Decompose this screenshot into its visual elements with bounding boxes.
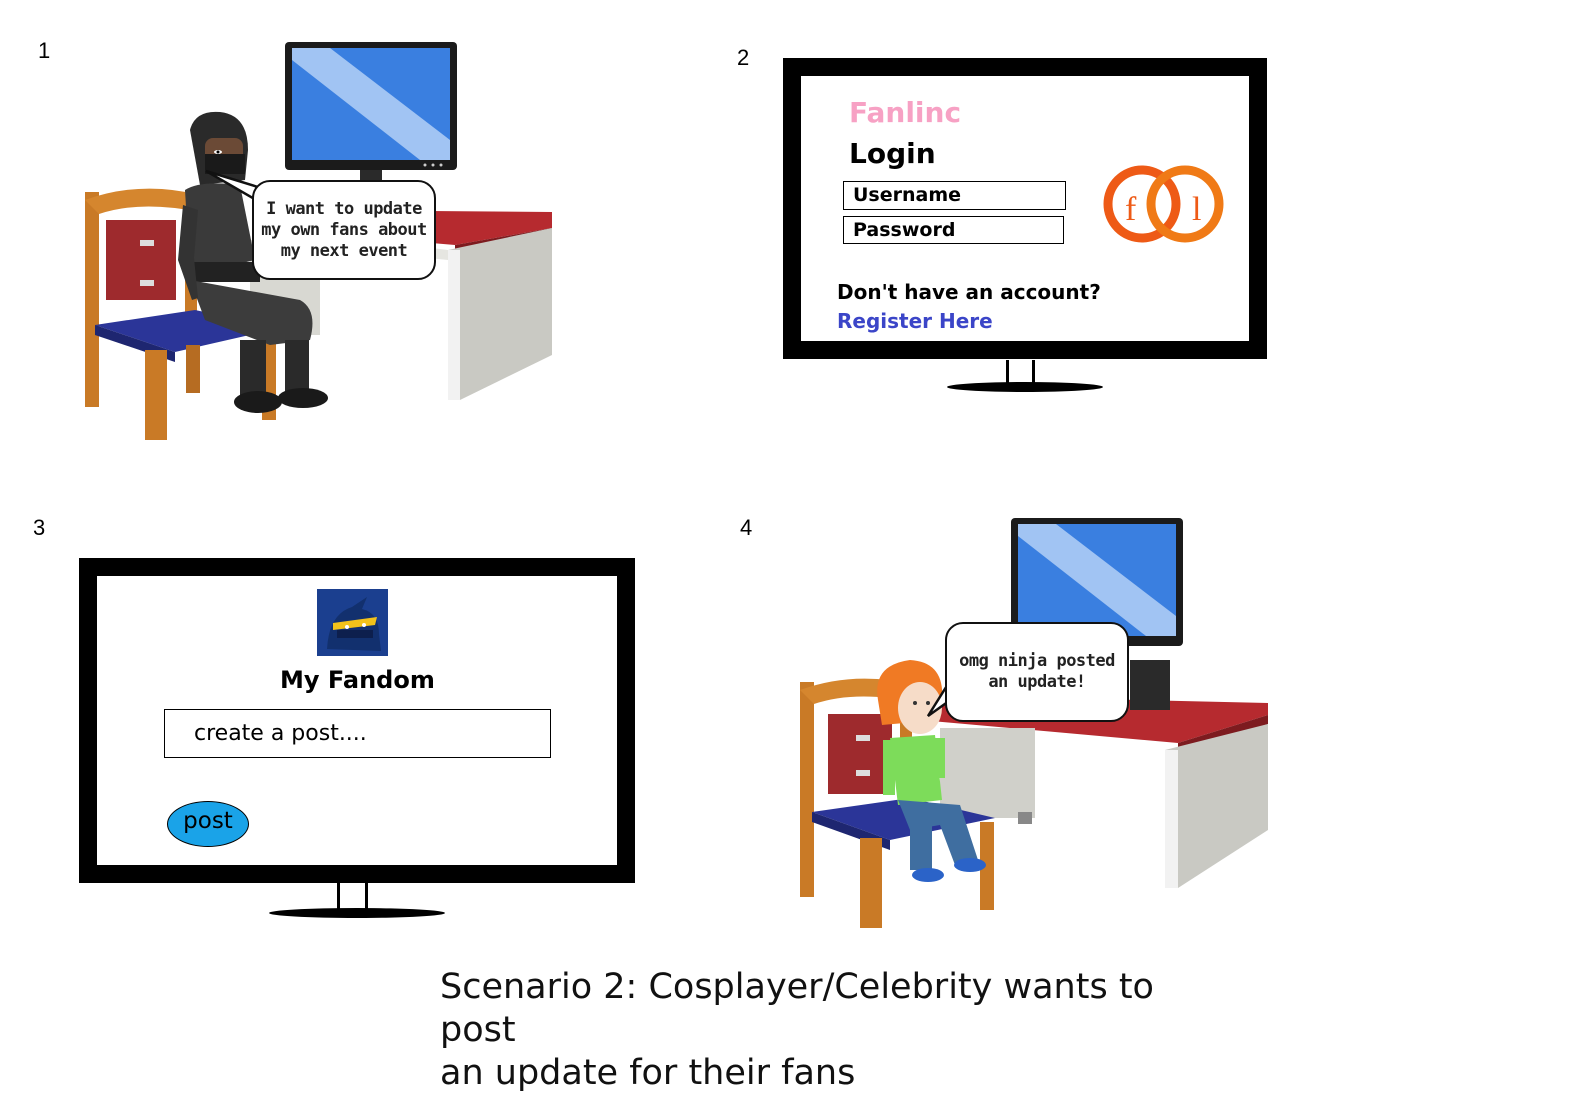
caption-line-2: an update for their fans bbox=[440, 1053, 856, 1093]
speech-bubble-4-text: omg ninja posted an update! bbox=[959, 651, 1115, 692]
speech-bubble-1: I want to update my own fans about my ne… bbox=[252, 180, 436, 280]
fanlinc-logo-icon: f l bbox=[1103, 165, 1224, 243]
login-title: Login bbox=[849, 137, 936, 170]
ninja-avatar-icon bbox=[317, 589, 388, 656]
caption-line-1: Scenario 2: Cosplayer/Celebrity wants to… bbox=[440, 967, 1154, 1050]
speech-bubble-1-tail bbox=[205, 169, 260, 204]
panel-3-number: 3 bbox=[33, 515, 46, 540]
page-title: My Fandom bbox=[280, 666, 435, 694]
password-field[interactable]: Password bbox=[843, 216, 1064, 244]
brand-name: Fanlinc bbox=[849, 96, 962, 129]
panel-4-number: 4 bbox=[740, 515, 753, 540]
no-account-text: Don't have an account? bbox=[837, 280, 1101, 304]
speech-bubble-1-text: I want to update my own fans about my ne… bbox=[261, 198, 427, 261]
svg-text:l: l bbox=[1192, 191, 1201, 228]
svg-text:f: f bbox=[1125, 191, 1137, 228]
panel-2-number: 2 bbox=[737, 45, 750, 70]
monitor-2-stand bbox=[947, 360, 1103, 392]
speech-bubble-4: omg ninja posted an update! bbox=[945, 622, 1129, 722]
computer-monitor-illustration bbox=[285, 42, 457, 184]
monitor-3-stand bbox=[269, 883, 445, 918]
create-post-placeholder: create a post.... bbox=[194, 721, 367, 746]
post-button-label: post bbox=[183, 808, 233, 834]
register-link[interactable]: Register Here bbox=[837, 309, 993, 333]
username-field[interactable]: Username bbox=[843, 181, 1066, 210]
scenario-caption: Scenario 2: Cosplayer/Celebrity wants to… bbox=[440, 966, 1240, 1095]
post-button[interactable]: post bbox=[167, 801, 249, 847]
panel-4-scene bbox=[800, 518, 1268, 928]
create-post-input[interactable]: create a post.... bbox=[164, 709, 551, 758]
